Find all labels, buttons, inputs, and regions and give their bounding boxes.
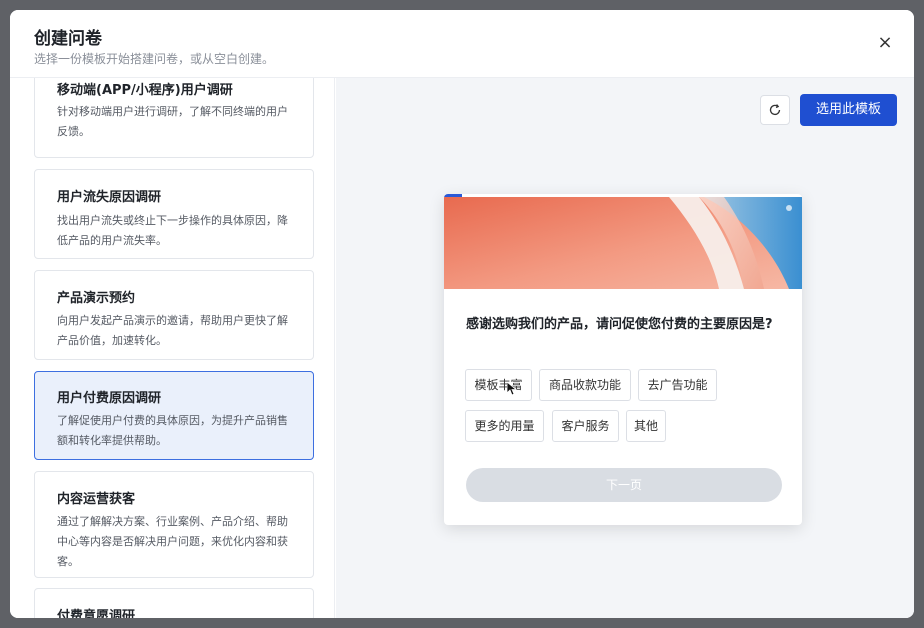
template-card-desc: 针对移动端用户进行调研，了解不同终端的用户反馈。 xyxy=(57,105,288,138)
template-card-payment-reason[interactable]: 用户付费原因调研 了解促使用户付费的具体原因，为提升产品销售额和转化率提供帮助。 xyxy=(34,371,314,460)
option-customer-service[interactable]: 客户服务 xyxy=(552,410,619,442)
use-template-button[interactable]: 选用此模板 xyxy=(800,94,897,126)
template-card-title: 付费意愿调研 xyxy=(57,609,136,618)
refresh-icon xyxy=(769,104,781,116)
template-card-desc: 找出用户流失或终止下一步操作的具体原因，降低产品的用户流失率。 xyxy=(57,214,288,247)
dialog-title: 创建问卷 xyxy=(34,29,102,49)
template-card-title: 用户流失原因调研 xyxy=(57,190,162,205)
dialog-header: 创建问卷 选择一份模板开始搭建问卷，或从空白创建。 × xyxy=(10,10,914,78)
template-preview: 选用此模板 感谢选购我们的产品，请问促使您付费的主要原因是? 模板丰富 商品收款… xyxy=(336,78,914,618)
template-card-willingness[interactable]: 付费意愿调研 xyxy=(34,588,314,618)
option-rich-templates[interactable]: 模板丰富 xyxy=(465,369,532,401)
survey-preview-card: 感谢选购我们的产品，请问促使您付费的主要原因是? 模板丰富 商品收款功能 去广告… xyxy=(444,194,802,525)
next-page-button[interactable]: 下一页 xyxy=(466,468,782,502)
template-card-title: 移动端(APP/小程序)用户调研 xyxy=(57,83,233,98)
dialog-subtitle: 选择一份模板开始搭建问卷，或从空白创建。 xyxy=(34,52,275,66)
template-card-desc: 了解促使用户付费的具体原因，为提升产品销售额和转化率提供帮助。 xyxy=(57,414,288,447)
create-survey-dialog: 创建问卷 选择一份模板开始搭建问卷，或从空白创建。 × 移动端(APP/小程序)… xyxy=(10,10,914,618)
option-more-usage[interactable]: 更多的用量 xyxy=(465,410,544,442)
option-other[interactable]: 其他 xyxy=(626,410,666,442)
option-ad-removal[interactable]: 去广告功能 xyxy=(638,369,717,401)
template-card-churn[interactable]: 用户流失原因调研 找出用户流失或终止下一步操作的具体原因，降低产品的用户流失率。 xyxy=(34,169,314,259)
close-icon[interactable]: × xyxy=(876,34,894,52)
progress-bar xyxy=(444,194,462,197)
template-card-content-ops[interactable]: 内容运营获客 通过了解解决方案、行业案例、产品介绍、帮助中心等内容是否解决用户问… xyxy=(34,471,314,578)
template-card-desc: 通过了解解决方案、行业案例、产品介绍、帮助中心等内容是否解决用户问题，来优化内容… xyxy=(57,515,288,568)
survey-question: 感谢选购我们的产品，请问促使您付费的主要原因是? xyxy=(466,317,773,332)
banner-image xyxy=(444,197,802,289)
template-card-title: 内容运营获客 xyxy=(57,492,136,507)
template-card-title: 用户付费原因调研 xyxy=(57,391,162,406)
template-card-title: 产品演示预约 xyxy=(57,291,136,306)
refresh-button[interactable] xyxy=(760,95,790,125)
option-payment-collection[interactable]: 商品收款功能 xyxy=(539,369,631,401)
template-card-mobile[interactable]: 移动端(APP/小程序)用户调研 针对移动端用户进行调研，了解不同终端的用户反馈… xyxy=(34,78,314,158)
template-card-desc: 向用户发起产品演示的邀请，帮助用户更快了解产品价值，加速转化。 xyxy=(57,314,288,347)
template-list[interactable]: 移动端(APP/小程序)用户调研 针对移动端用户进行调研，了解不同终端的用户反馈… xyxy=(10,78,335,618)
template-card-demo[interactable]: 产品演示预约 向用户发起产品演示的邀请，帮助用户更快了解产品价值，加速转化。 xyxy=(34,270,314,360)
